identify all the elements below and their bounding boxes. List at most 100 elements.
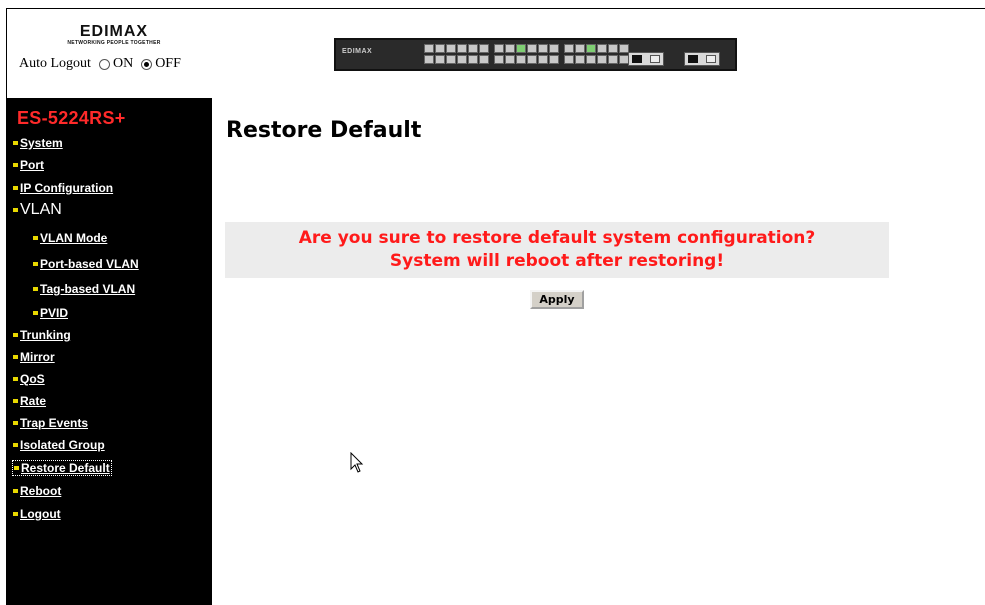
bullet-icon [13, 512, 18, 516]
bullet-icon [13, 377, 18, 381]
sidebar-item-rate[interactable]: Rate [13, 394, 46, 408]
sfp-slot-icon [628, 52, 664, 66]
sidebar-item-reboot[interactable]: Reboot [13, 484, 61, 498]
switch-brand-label: EDIMAX [342, 48, 373, 55]
sidebar-item-restore-default[interactable]: Restore Default [12, 460, 112, 476]
port-icon [446, 44, 456, 53]
port-icon [538, 55, 548, 64]
port-icon [597, 55, 607, 64]
port-icon [468, 44, 478, 53]
port-icon [505, 44, 515, 53]
sidebar-item-vlan-mode[interactable]: VLAN Mode [33, 231, 107, 245]
sidebar-item-label: Trunking [20, 328, 71, 342]
port-icon [468, 55, 478, 64]
port-active-icon [516, 44, 526, 53]
bullet-icon [13, 333, 18, 337]
port-icon [424, 44, 434, 53]
sidebar-item-label: Isolated Group [20, 438, 105, 452]
sidebar-item-ip-configuration[interactable]: IP Configuration [13, 181, 113, 195]
sidebar-item-port[interactable]: Port [13, 158, 44, 172]
bullet-icon [33, 311, 38, 315]
port-icon [586, 55, 596, 64]
port-icon [505, 55, 515, 64]
port-icon [549, 44, 559, 53]
sidebar-item-label: Mirror [20, 350, 55, 364]
sidebar-item-label: Port [20, 158, 44, 172]
sidebar-item-logout[interactable]: Logout [13, 507, 61, 521]
port-icon [527, 44, 537, 53]
auto-logout-off-radio[interactable] [141, 58, 153, 70]
bullet-icon [13, 355, 18, 359]
port-icon [457, 55, 467, 64]
sidebar: ES-5224RS+ System Port IP Configuration … [7, 98, 212, 605]
sidebar-item-mirror[interactable]: Mirror [13, 350, 55, 364]
sidebar-item-label: Reboot [20, 484, 62, 498]
edimax-logo: EDIMAX NETWORKING PEOPLE TOGETHER [64, 23, 164, 47]
sidebar-item-isolated-group[interactable]: Isolated Group [13, 438, 105, 452]
port-icon [494, 44, 504, 53]
sidebar-item-label: Logout [20, 507, 61, 521]
port-icon [549, 55, 559, 64]
bullet-icon [33, 287, 38, 291]
frame-top-border [6, 8, 985, 9]
port-icon [435, 44, 445, 53]
sidebar-item-label: System [20, 136, 63, 150]
sidebar-item-vlan: VLAN [13, 201, 62, 219]
sidebar-item-port-based-vlan[interactable]: Port-based VLAN [33, 257, 139, 271]
port-icon [516, 55, 526, 64]
port-group-1 [424, 44, 489, 53]
port-icon [564, 44, 574, 53]
port-icon [527, 55, 537, 64]
bullet-icon [13, 163, 18, 167]
sidebar-item-pvid[interactable]: PVID [33, 306, 68, 320]
port-icon [435, 55, 445, 64]
confirmation-message: Are you sure to restore default system c… [225, 222, 889, 278]
sidebar-item-label: Rate [20, 394, 47, 408]
port-icon [424, 55, 434, 64]
sidebar-item-label: Restore Default [21, 461, 110, 475]
model-name: ES-5224RS+ [17, 108, 126, 128]
bullet-icon [13, 443, 18, 447]
sidebar-item-label: IP Configuration [20, 181, 114, 195]
sfp-slot-icon [684, 52, 720, 66]
bullet-icon [13, 421, 18, 425]
port-icon [608, 44, 618, 53]
logo-tagline: NETWORKING PEOPLE TOGETHER [67, 40, 161, 46]
bullet-icon [14, 466, 19, 470]
port-icon [494, 55, 504, 64]
port-group-5 [564, 44, 629, 53]
sidebar-item-system[interactable]: System [13, 136, 63, 150]
mouse-pointer-icon [350, 452, 364, 473]
port-icon [564, 55, 574, 64]
sidebar-item-label: VLAN Mode [40, 231, 108, 245]
sidebar-item-trap-events[interactable]: Trap Events [13, 416, 88, 430]
sidebar-item-tag-based-vlan[interactable]: Tag-based VLAN [33, 282, 135, 296]
sidebar-item-label: VLAN [20, 201, 62, 218]
sidebar-item-trunking[interactable]: Trunking [13, 328, 71, 342]
message-line-1: Are you sure to restore default system c… [298, 228, 816, 248]
port-icon [575, 44, 585, 53]
bullet-icon [13, 141, 18, 145]
logo-text: EDIMAX [79, 23, 149, 40]
auto-logout-on-radio[interactable] [98, 58, 110, 70]
port-group-3 [494, 44, 559, 53]
auto-logout-label: Auto Logout [19, 56, 91, 71]
sidebar-item-label: PVID [40, 306, 69, 320]
auto-logout-control: Auto Logout ON OFF [19, 56, 181, 72]
sidebar-item-label: Port-based VLAN [40, 257, 139, 271]
sidebar-item-label: QoS [20, 372, 45, 386]
port-icon [597, 44, 607, 53]
apply-button[interactable]: Apply [530, 290, 584, 309]
sidebar-item-qos[interactable]: QoS [13, 372, 45, 386]
port-icon [479, 44, 489, 53]
port-group-6 [564, 55, 629, 64]
bullet-icon [13, 186, 18, 190]
sidebar-item-label: Tag-based VLAN [40, 282, 136, 296]
auto-logout-on-label: ON [112, 56, 134, 71]
port-group-4 [494, 55, 559, 64]
message-line-2: System will reboot after restoring! [389, 251, 725, 271]
port-icon [575, 55, 585, 64]
bullet-icon [13, 208, 18, 212]
port-icon [457, 44, 467, 53]
bullet-icon [33, 262, 38, 266]
